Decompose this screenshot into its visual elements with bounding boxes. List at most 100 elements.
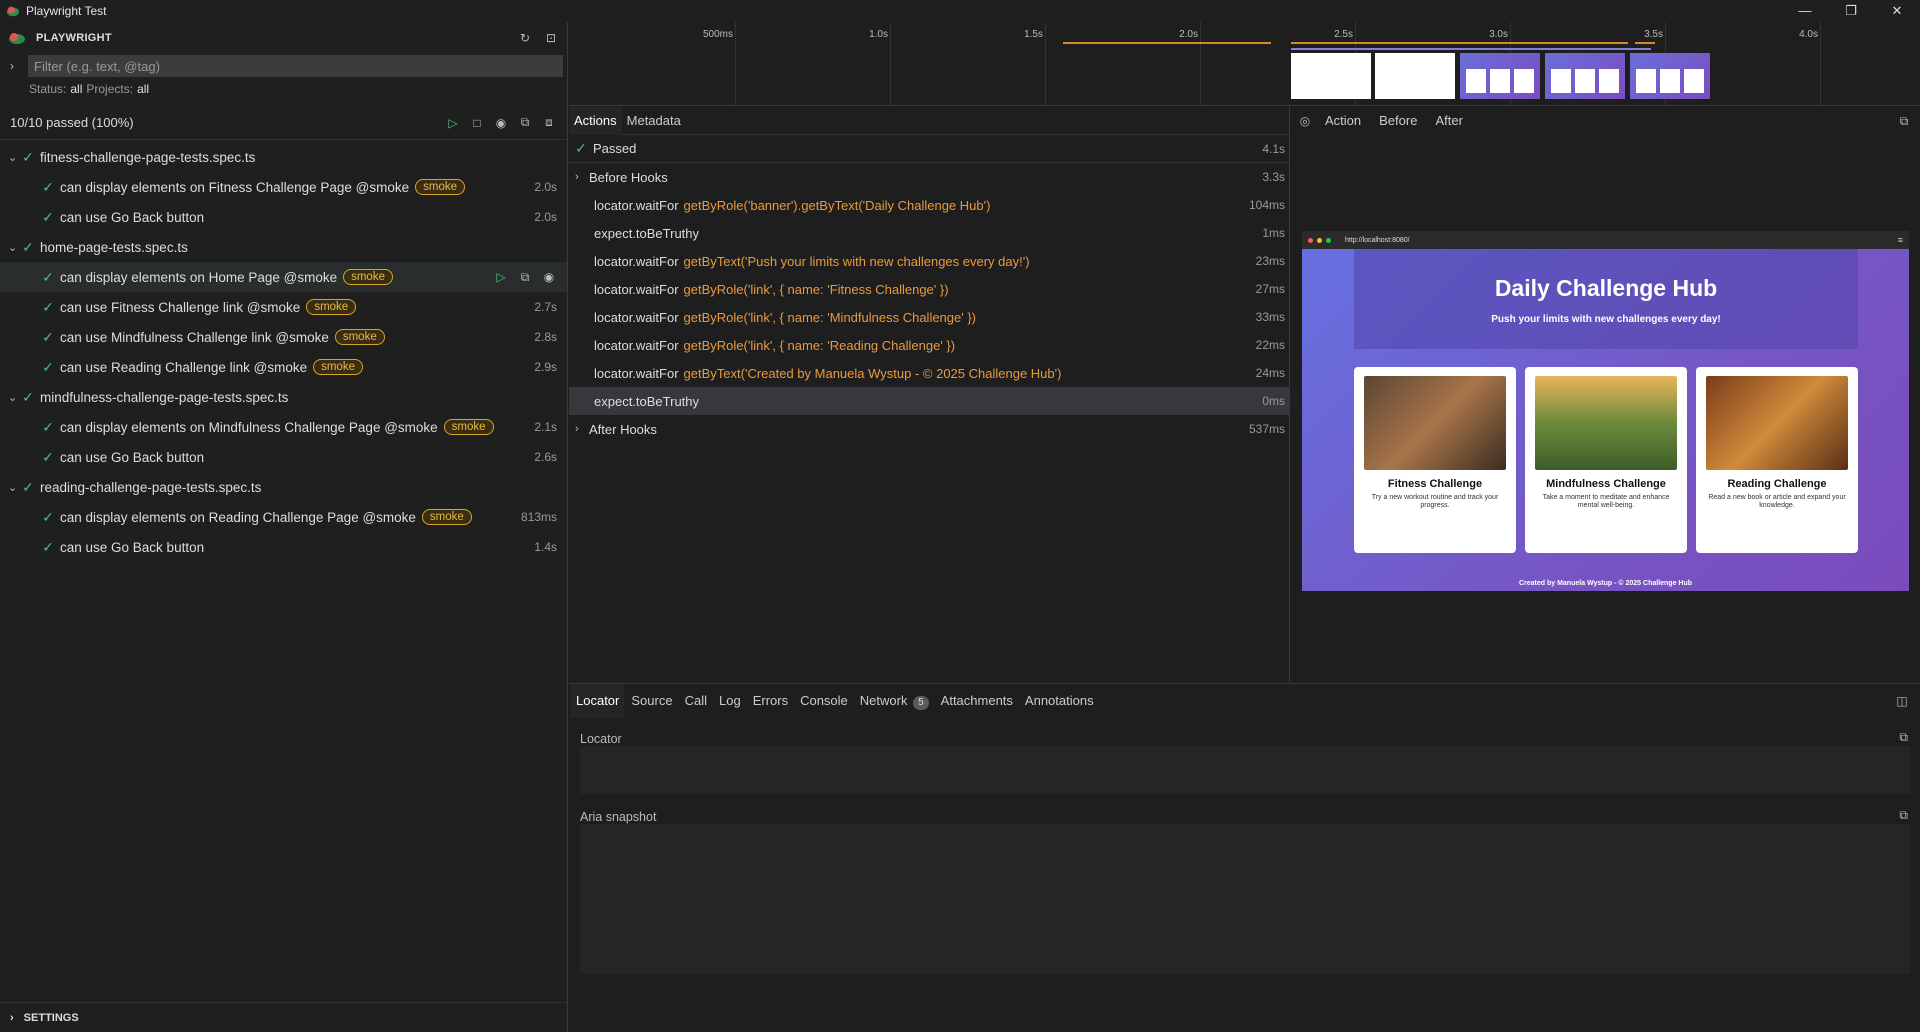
locator-editor[interactable] <box>580 746 1910 794</box>
action-row[interactable]: locator.waitFor getByText('Push your limi… <box>569 247 1289 275</box>
settings-section[interactable]: › SETTINGS <box>0 1002 568 1032</box>
fitness-image <box>1364 376 1506 470</box>
test-row[interactable]: ✓ can display elements on Fitness Challen… <box>0 172 567 202</box>
test-file-row[interactable]: ⌄ ✓ fitness-challenge-page-tests.spec.ts <box>0 142 567 172</box>
test-tag[interactable]: smoke <box>415 179 466 195</box>
snapshot-tabs: ◎ Action Before After ⧉ <box>1291 107 1920 135</box>
test-file-row[interactable]: ⌄ ✓ mindfulness-challenge-page-tests.spec.… <box>0 382 567 412</box>
tab-source[interactable]: Source <box>626 684 677 718</box>
tab-errors[interactable]: Errors <box>748 684 793 718</box>
terminal-icon[interactable]: ⊡ <box>543 30 559 46</box>
reload-icon[interactable]: ↻ <box>517 30 533 46</box>
reading-card[interactable]: Reading Challenge Read a new book or art… <box>1696 367 1858 553</box>
status-value[interactable]: all <box>70 82 82 96</box>
test-name: can display elements on Mindfulness Chal… <box>60 419 438 435</box>
test-duration: 2.8s <box>534 330 557 344</box>
fitness-card[interactable]: Fitness Challenge Try a new workout rout… <box>1354 367 1516 553</box>
timeline[interactable]: 4.0s 3.5s 3.0s 2.5s 2.0s 1.5s 1.0s 500ms <box>569 22 1920 106</box>
after-hooks-row[interactable]: › After Hooks 537ms <box>569 415 1289 443</box>
maximize-button[interactable]: ❐ <box>1828 0 1874 22</box>
action-time: 0ms <box>1262 394 1285 408</box>
test-row[interactable]: ✓ can use Fitness Challenge link @smoke sm… <box>0 292 567 322</box>
aria-snapshot-editor[interactable] <box>580 824 1910 974</box>
tab-log[interactable]: Log <box>714 684 746 718</box>
test-row[interactable]: ✓ can use Go Back button 1.4s <box>0 532 567 562</box>
watch-icon[interactable]: ◉ <box>493 115 509 131</box>
action-row[interactable]: locator.waitFor getByRole('link', { name:… <box>569 303 1289 331</box>
details-panel: Locator Source Call Log Errors Console N… <box>569 683 1920 1032</box>
tab-network-label: Network <box>859 693 908 708</box>
filmstrip-frame[interactable] <box>1460 53 1540 99</box>
test-row[interactable]: ✓ can use Go Back button 2.6s <box>0 442 567 472</box>
test-tag[interactable]: smoke <box>443 419 494 435</box>
test-row[interactable]: ✓ can display elements on Home Page @smok… <box>0 262 567 292</box>
filter-input[interactable] <box>28 55 563 77</box>
test-file-name: mindfulness-challenge-page-tests.spec.ts <box>40 389 289 405</box>
tab-annotations[interactable]: Annotations <box>1020 684 1099 718</box>
action-row[interactable]: locator.waitFor getByRole('link', { name:… <box>569 331 1289 359</box>
tab-actions[interactable]: Actions <box>569 106 622 135</box>
title-bar: Playwright Test — ❐ ✕ <box>0 0 1920 22</box>
test-tag[interactable]: smoke <box>334 329 385 345</box>
action-row[interactable]: expect.toBeTruthy 1ms <box>569 219 1289 247</box>
before-hooks-row[interactable]: › Before Hooks 3.3s <box>569 163 1289 191</box>
tab-network[interactable]: Network 5 <box>855 684 934 718</box>
watch-icon[interactable]: ◉ <box>541 269 557 285</box>
open-external-icon[interactable]: ⧉ <box>1896 113 1912 129</box>
timeline-bar <box>1291 48 1651 50</box>
test-row[interactable]: ✓ can use Mindfulness Challenge link @smo… <box>0 322 567 352</box>
check-icon: ✓ <box>42 508 54 525</box>
tab-before[interactable]: Before <box>1373 107 1423 135</box>
tab-console[interactable]: Console <box>795 684 853 718</box>
snapshot-browser: http://localhost:8080/ ≡ Daily Challenge… <box>1302 231 1909 591</box>
chevron-right-icon[interactable]: › <box>10 59 24 73</box>
test-tag[interactable]: smoke <box>421 509 472 525</box>
close-button[interactable]: ✕ <box>1874 0 1920 22</box>
expand-all-icon[interactable]: ⧈ <box>541 115 557 131</box>
test-file-row[interactable]: ⌄ ✓ reading-challenge-page-tests.spec.ts <box>0 472 567 502</box>
run-icon[interactable]: ▷ <box>493 269 509 285</box>
timeline-bar <box>1291 42 1621 44</box>
filmstrip-frame[interactable] <box>1375 53 1455 99</box>
tab-attachments[interactable]: Attachments <box>936 684 1018 718</box>
filmstrip-frame[interactable] <box>1630 53 1710 99</box>
action-row[interactable]: locator.waitFor getByRole('banner').getBy… <box>569 191 1289 219</box>
target-icon[interactable]: ◎ <box>1297 113 1313 129</box>
after-hooks-time: 537ms <box>1248 422 1285 436</box>
tab-metadata[interactable]: Metadata <box>622 107 686 135</box>
menu-icon[interactable]: ≡ <box>1898 235 1903 245</box>
tab-action[interactable]: Action <box>1319 107 1367 135</box>
test-tag[interactable]: smoke <box>306 299 357 315</box>
test-tag[interactable]: smoke <box>313 359 363 375</box>
tab-call[interactable]: Call <box>680 684 712 718</box>
test-row[interactable]: ✓ can use Reading Challenge link @smoke sm… <box>0 352 567 382</box>
filter-row: › <box>0 54 567 78</box>
copy-icon[interactable]: ⧉ <box>1899 808 1908 823</box>
test-name: can use Go Back button <box>60 449 205 465</box>
projects-value[interactable]: all <box>137 82 149 96</box>
go-to-file-icon[interactable]: ⧉ <box>517 269 533 285</box>
stop-icon[interactable]: □ <box>469 115 485 131</box>
run-all-icon[interactable]: ▷ <box>445 115 461 131</box>
test-row[interactable]: ✓ can display elements on Reading Challen… <box>0 502 567 532</box>
filmstrip-frame[interactable] <box>1545 53 1625 99</box>
collapse-all-icon[interactable]: ⧉ <box>517 115 533 131</box>
hero-banner: Daily Challenge Hub Push your limits wit… <box>1354 249 1858 349</box>
test-row[interactable]: ✓ can display elements on Mindfulness Cha… <box>0 412 567 442</box>
test-file-row[interactable]: ⌄ ✓ home-page-tests.spec.ts <box>0 232 567 262</box>
minimize-button[interactable]: — <box>1782 0 1828 22</box>
action-row[interactable]: locator.waitFor getByRole('link', { name:… <box>569 275 1289 303</box>
filmstrip-frame[interactable] <box>1291 53 1371 99</box>
test-row[interactable]: ✓ can use Go Back button 2.0s <box>0 202 567 232</box>
mindfulness-card[interactable]: Mindfulness Challenge Take a moment to m… <box>1525 367 1687 553</box>
action-row[interactable]: locator.waitFor getByText('Created by Man… <box>569 359 1289 387</box>
tab-locator[interactable]: Locator <box>571 684 625 718</box>
test-file-name: reading-challenge-page-tests.spec.ts <box>40 479 262 495</box>
tab-after[interactable]: After <box>1429 107 1468 135</box>
test-tag[interactable]: smoke <box>343 269 393 285</box>
layout-toggle-icon[interactable]: ◫ <box>1894 693 1910 709</box>
copy-icon[interactable]: ⧉ <box>1899 730 1908 745</box>
status-row[interactable]: ✓ Passed 4.1s <box>569 135 1289 163</box>
test-file-name: home-page-tests.spec.ts <box>40 239 188 255</box>
action-row[interactable]: expect.toBeTruthy 0ms <box>569 387 1289 415</box>
